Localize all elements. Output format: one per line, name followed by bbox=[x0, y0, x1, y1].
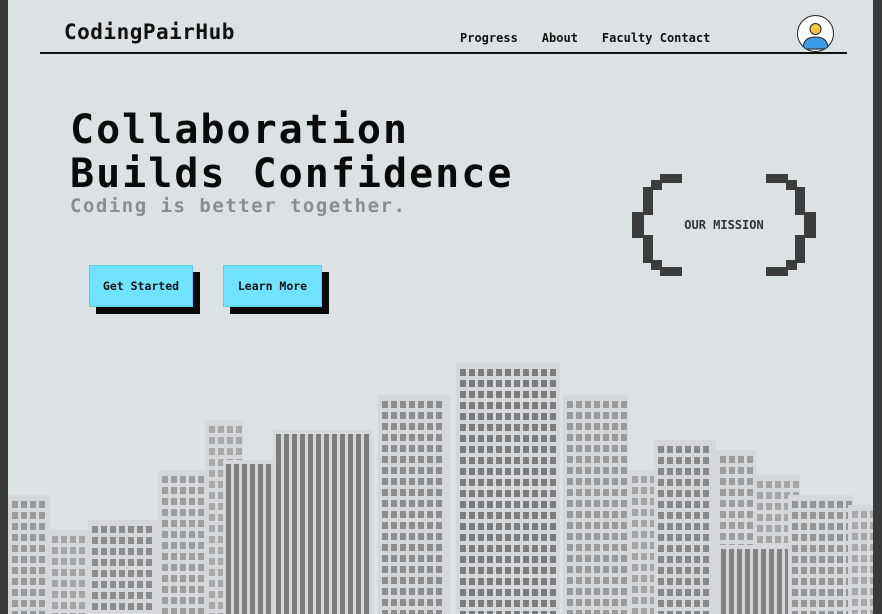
brand-logo[interactable]: CodingPairHub bbox=[64, 20, 235, 44]
get-started-button[interactable]: Get Started bbox=[89, 265, 193, 307]
hero-title: Collaboration Builds Confidence bbox=[70, 108, 513, 196]
hero-title-line-1: Collaboration bbox=[70, 107, 410, 153]
hero-tagline: Coding is better together. bbox=[70, 195, 407, 217]
hero-title-line-2: Builds Confidence bbox=[70, 151, 514, 197]
landing-page: CodingPairHub Progress About Faculty Con… bbox=[8, 0, 873, 614]
learn-more-button[interactable]: Learn More bbox=[223, 265, 322, 307]
mission-label: OUR MISSION bbox=[684, 218, 764, 232]
nav-link-faculty-contact[interactable]: Faculty Contact bbox=[602, 31, 710, 45]
city-skyline-illustration bbox=[8, 363, 873, 614]
header-divider bbox=[40, 52, 847, 54]
mission-block[interactable]: OUR MISSION bbox=[631, 174, 817, 276]
user-avatar-icon[interactable] bbox=[797, 15, 834, 52]
nav-link-about[interactable]: About bbox=[542, 31, 578, 45]
nav-link-progress[interactable]: Progress bbox=[460, 31, 518, 45]
main-nav: Progress About Faculty Contact bbox=[460, 31, 710, 45]
